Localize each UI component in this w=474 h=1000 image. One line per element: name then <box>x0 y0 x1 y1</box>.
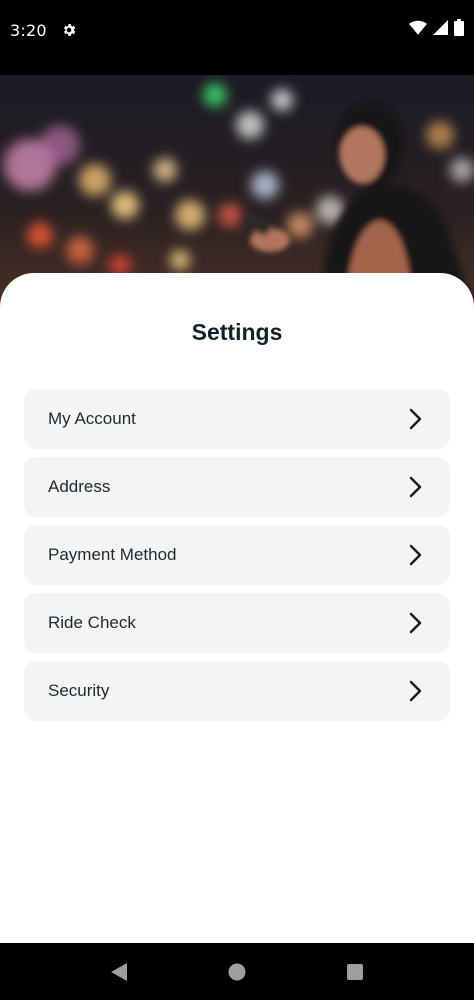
gear-icon <box>61 22 77 38</box>
menu-item-ride-check[interactable]: Ride Check <box>24 593 450 653</box>
menu-item-label: Security <box>48 681 110 700</box>
chevron-right-icon <box>406 408 426 430</box>
hero-photo <box>0 75 474 305</box>
chevron-right-icon <box>406 680 426 702</box>
menu-item-label: Payment Method <box>48 545 177 564</box>
menu-item-payment-method[interactable]: Payment Method <box>24 525 450 585</box>
menu-item-label: My Account <box>48 409 136 428</box>
menu-item-my-account[interactable]: My Account <box>24 389 450 449</box>
signal-icon <box>433 20 448 40</box>
back-icon[interactable] <box>99 952 139 992</box>
settings-sheet: Settings My Account Address Payment Meth… <box>0 273 474 943</box>
page-title: Settings <box>191 319 283 345</box>
status-time: 3:20 <box>10 20 47 40</box>
menu-item-address[interactable]: Address <box>24 457 450 517</box>
recents-icon[interactable] <box>335 952 375 992</box>
battery-icon <box>454 19 464 41</box>
chevron-right-icon <box>406 544 426 566</box>
menu-item-label: Address <box>48 477 111 496</box>
chevron-right-icon <box>406 612 426 634</box>
status-bar: 3:20 <box>0 0 474 60</box>
wifi-icon <box>409 20 427 41</box>
status-icons <box>409 19 464 41</box>
settings-menu: My Account Address Payment Method Ride C… <box>24 389 450 721</box>
menu-item-security[interactable]: Security <box>24 661 450 721</box>
system-nav-bar <box>0 943 474 1000</box>
home-icon[interactable] <box>217 952 257 992</box>
menu-item-label: Ride Check <box>48 613 136 632</box>
chevron-right-icon <box>406 476 426 498</box>
settings-screen: 3:20 Settings My Account Address Payment… <box>0 0 474 1000</box>
